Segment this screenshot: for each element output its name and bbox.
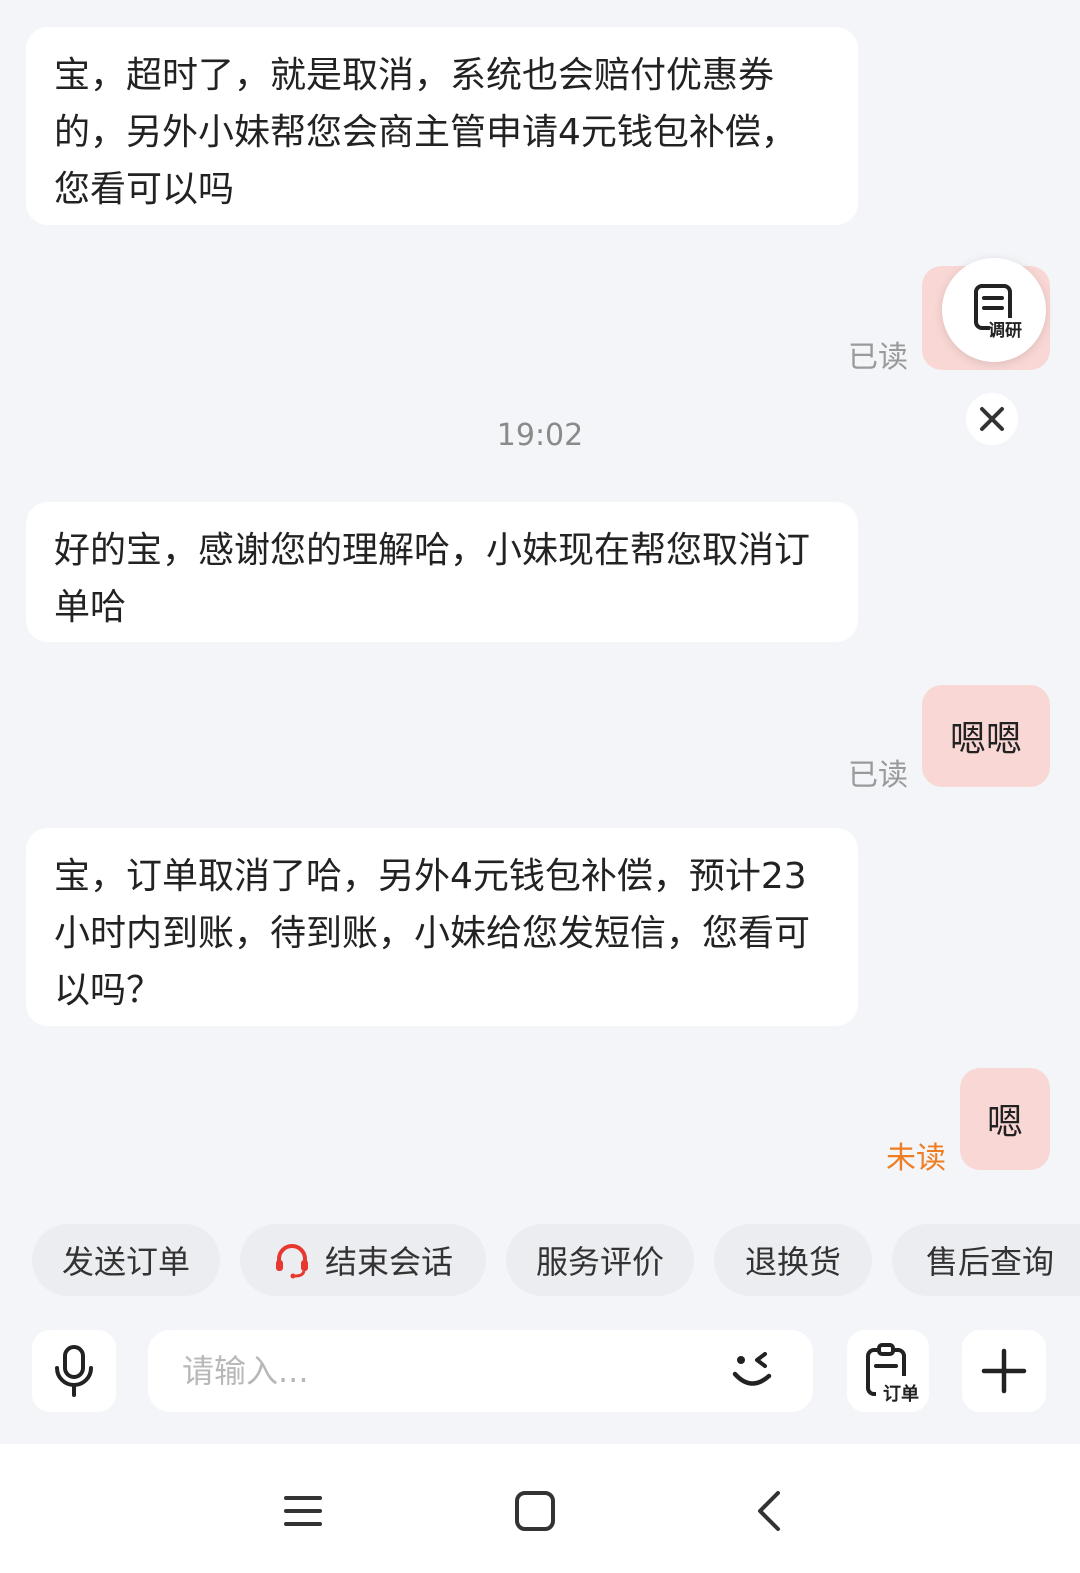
emoji-icon[interactable]: [729, 1346, 783, 1396]
message-input[interactable]: [180, 1351, 704, 1391]
read-status: 已读: [848, 758, 908, 793]
home-icon: [515, 1491, 555, 1531]
headset-icon: [275, 1244, 308, 1279]
message-text: 宝，订单取消了哈，另外4元钱包补偿，预计23小时内到账，待到账，小妹给您发短信，…: [54, 856, 811, 1011]
voice-button[interactable]: [32, 1330, 116, 1412]
back-icon: [758, 1491, 780, 1531]
after-sales-chip[interactable]: 售后查询: [892, 1224, 1080, 1296]
incoming-message: 宝，超时了，就是取消，系统也会赔付优惠券的，另外小妹帮您会商主管申请4元钱包补偿…: [26, 27, 858, 225]
chip-label: 发送订单: [61, 1243, 190, 1281]
chip-label: 服务评价: [535, 1243, 664, 1281]
menu-icon: [284, 1496, 322, 1526]
send-order-chip[interactable]: 发送订单: [32, 1224, 220, 1296]
end-session-chip[interactable]: 结束会话: [240, 1224, 486, 1296]
chip-label: 结束会话: [324, 1243, 453, 1281]
unread-status: 未读: [886, 1141, 946, 1176]
return-exchange-chip[interactable]: 退换货: [714, 1224, 872, 1296]
nav-back-button[interactable]: [734, 1476, 804, 1546]
message-text: 嗯: [986, 1102, 1023, 1143]
system-nav-bar: [0, 1444, 1080, 1573]
more-button[interactable]: [962, 1330, 1046, 1412]
chip-label: 退换货: [744, 1243, 841, 1281]
chip-label: 售后查询: [925, 1243, 1054, 1281]
plus-icon: [981, 1348, 1027, 1394]
message-text: 好的宝，感谢您的理解哈，小妹现在帮您取消订单哈: [54, 530, 811, 628]
message-timestamp: 19:02: [496, 418, 584, 453]
microphone-icon: [55, 1345, 93, 1397]
survey-button[interactable]: 调研: [942, 258, 1046, 362]
read-status: 已读: [848, 340, 908, 375]
incoming-message: 宝，订单取消了哈，另外4元钱包补偿，预计23小时内到账，待到账，小妹给您发短信，…: [26, 828, 858, 1026]
outgoing-message: 嗯嗯: [922, 685, 1050, 787]
nav-menu-button[interactable]: [268, 1476, 338, 1546]
survey-label: 调研: [988, 321, 1022, 341]
nav-home-button[interactable]: [500, 1476, 570, 1546]
service-rating-chip[interactable]: 服务评价: [506, 1224, 694, 1296]
message-text: 嗯嗯: [949, 719, 1022, 760]
outgoing-message: 嗯: [960, 1068, 1050, 1170]
incoming-message: 好的宝，感谢您的理解哈，小妹现在帮您取消订单哈: [26, 502, 858, 642]
message-input-box[interactable]: [148, 1330, 813, 1412]
order-label: 订单: [883, 1384, 919, 1405]
message-text: 宝，超时了，就是取消，系统也会赔付优惠券的，另外小妹帮您会商主管申请4元钱包补偿…: [54, 55, 797, 210]
order-button[interactable]: 订单: [847, 1330, 929, 1412]
